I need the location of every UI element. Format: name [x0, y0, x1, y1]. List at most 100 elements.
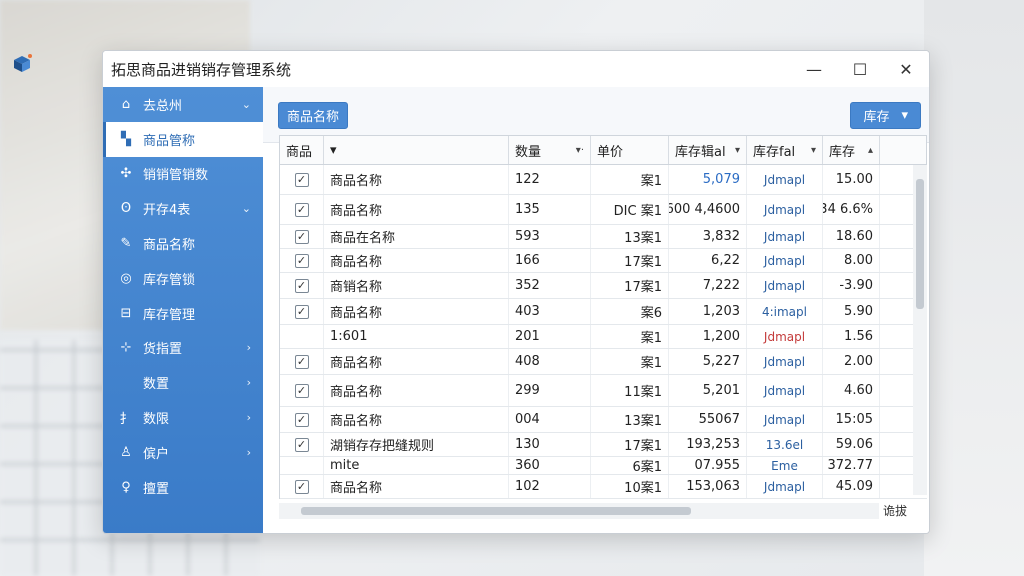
row-checkbox-cell[interactable]: ✓ [280, 165, 324, 194]
vertical-scroll-thumb[interactable] [916, 179, 924, 309]
column-header-5[interactable]: 库存fal ▾ [747, 136, 823, 164]
sidebar-item-8[interactable]: 数置 › [103, 365, 263, 400]
column-header-0[interactable]: 商品 [280, 136, 324, 164]
row-checkbox-cell[interactable] [280, 325, 324, 348]
unit-price-cell: 17案1 [591, 433, 669, 456]
table-row[interactable]: ✓ 商品名称 403 案6 1,203 4:imapl 5.90 [280, 299, 927, 325]
sidebar-item-2[interactable]: ✣ 销销管销数 [103, 157, 263, 192]
stock-dropdown-button[interactable]: 库存 ▾ [850, 102, 921, 129]
row-checkbox[interactable]: ✓ [294, 278, 309, 293]
row-checkbox-cell[interactable]: ✓ [280, 225, 324, 248]
sidebar-item-0[interactable]: ⌂ 去总州 ⌄ [103, 87, 263, 122]
chevron-down-icon: ▾ [901, 108, 908, 123]
table-row[interactable]: mite 360 6案1 07.955 Eme 372.77 [280, 457, 927, 475]
sort-icon[interactable]: ▾· [576, 145, 584, 156]
table-row[interactable]: ✓ 商品名称 004 13案1 55067 Jdmapl 15:05 [280, 407, 927, 433]
stock-value-cell: 55067 [669, 407, 747, 432]
stock-code-cell: Jdmapl [747, 249, 823, 272]
column-header-label: 库存 [829, 144, 856, 160]
sidebar-item-7[interactable]: ⊹ 货指置 › [103, 331, 263, 366]
maximize-button[interactable]: ☐ [837, 51, 883, 87]
table-row[interactable]: ✓ 商品名称 299 11案1 5,201 Jdmapl 4.60 [280, 375, 927, 407]
stock-value-cell: 6,4600 4,4600 [669, 195, 747, 224]
row-checkbox[interactable]: ✓ [294, 479, 309, 494]
unit-price-cell: 案1 [591, 349, 669, 374]
sidebar-item-11[interactable]: ♀ 擅置 [103, 470, 263, 505]
table-row[interactable]: ✓ 商品名称135DIC 案16,4600 4,4600Jdmapl4.34 6.… [280, 195, 927, 225]
chevron-icon: ⌄ [241, 202, 251, 216]
column-header-2[interactable]: 数量 ▾· [509, 136, 591, 164]
row-checkbox[interactable]: ✓ [294, 354, 309, 369]
stock-code-cell: 13.6el [747, 433, 823, 456]
nav-icon: ▚ [121, 131, 131, 147]
column-header-6[interactable]: 库存 ▴ [823, 136, 880, 164]
stock-value-cell: 7,222 [669, 273, 747, 298]
sidebar-item-label: 货指置 [143, 342, 183, 358]
row-checkbox-cell[interactable] [280, 457, 324, 474]
unit-price-cell: 10案1 [591, 475, 669, 498]
row-checkbox-cell[interactable]: ✓ [280, 249, 324, 272]
sidebar-item-5[interactable]: ◎ 库存管锁 [103, 261, 263, 296]
column-header-1[interactable]: ▾ [324, 136, 509, 164]
row-checkbox[interactable]: ✓ [294, 383, 309, 398]
table-row[interactable]: 1:601 201 案1 1,200 Jdmapl 1.56 [280, 325, 927, 349]
nav-icon: ◎ [120, 270, 132, 286]
sidebar-item-6[interactable]: ⊟ 库存管理 [103, 296, 263, 331]
row-checkbox[interactable]: ✓ [294, 172, 309, 187]
nav-icon: ⊟ [120, 305, 132, 321]
row-checkbox[interactable]: ✓ [294, 229, 309, 244]
row-checkbox-cell[interactable]: ✓ [280, 273, 324, 298]
row-checkbox[interactable]: ✓ [294, 253, 309, 268]
row-checkbox-cell[interactable]: ✓ [280, 299, 324, 324]
table-row[interactable]: ✓ 商品名称 122 案1 5,079 Jdmapl 15.00 [280, 165, 927, 195]
row-checkbox-cell[interactable]: ✓ [280, 475, 324, 498]
sidebar-item-9[interactable]: 扌数限 › [103, 400, 263, 435]
minimize-button[interactable]: — [791, 51, 837, 87]
stock-price-cell: 4.34 6.6% [823, 195, 880, 224]
column-header-3[interactable]: 单价 [591, 136, 669, 164]
sort-icon[interactable]: ▴ [868, 145, 873, 156]
sidebar-item-1[interactable]: ▚ 商品管称 [103, 121, 263, 157]
stock-code-cell: Jdmapl [747, 407, 823, 432]
table-row[interactable]: ✓ 商品名称 102 10案1 153,063 Jdmapl 45.09 [280, 475, 927, 499]
stock-value-cell: 3,832 [669, 225, 747, 248]
unit-price-cell: 17案1 [591, 273, 669, 298]
sort-icon[interactable]: ▾ [811, 145, 816, 156]
horizontal-scroll-thumb[interactable] [301, 507, 691, 515]
row-checkbox[interactable]: ✓ [294, 412, 309, 427]
sidebar-item-4[interactable]: ✎ 商品名称 [103, 226, 263, 261]
quantity-cell: 201 [509, 325, 591, 348]
column-header-4[interactable]: 库存辑al ▾ [669, 136, 747, 164]
product-name-button[interactable]: 商品名称 [278, 102, 349, 129]
unit-price-cell: 案6 [591, 299, 669, 324]
sidebar-item-10[interactable]: ♙ 傧户 › [103, 435, 263, 470]
nav-icon: ♀ [121, 479, 131, 495]
sort-icon[interactable]: ▾ [735, 145, 740, 156]
nav-icon: 扌 [119, 412, 133, 428]
unit-price-cell: 13案1 [591, 407, 669, 432]
row-checkbox-cell[interactable]: ✓ [280, 349, 324, 374]
stock-price-cell: 59.06 [823, 433, 880, 456]
row-checkbox-cell[interactable]: ✓ [280, 407, 324, 432]
sidebar: ⌂ 去总州 ⌄ ▚ 商品管称 ✣ 销销管销数 ʘ 开存4表 ⌄ ✎ 商品名称 ◎ 库存管锁 ⊟ 库存管理 ⊹ 货指… [103, 87, 263, 533]
desktop-app-logo-icon[interactable] [10, 52, 34, 76]
table-row[interactable]: ✓ 商品名称 166 17案1 6,22 Jdmapl 8.00 [280, 249, 927, 273]
table-row[interactable]: ✓ 湖销存存把缝规则 130 17案1 193,253 13.6el 59.06 [280, 433, 927, 457]
table-row[interactable]: ✓ 商品名称 408 案1 5,227 Jdmapl 2.00 [280, 349, 927, 375]
stock-value-cell: 193,253 [669, 433, 747, 456]
close-button[interactable]: ✕ [883, 51, 929, 87]
stock-value-cell: 153,063 [669, 475, 747, 498]
row-checkbox-cell[interactable]: ✓ [280, 433, 324, 456]
sidebar-item-3[interactable]: ʘ 开存4表 ⌄ [103, 191, 263, 226]
table-row[interactable]: ✓ 商销名称 352 17案1 7,222 Jdmapl -3.90 [280, 273, 927, 299]
quantity-cell: 102 [509, 475, 591, 498]
product-name-cell: 商品名称 [324, 195, 509, 224]
row-checkbox[interactable]: ✓ [294, 202, 309, 217]
horizontal-scrollbar[interactable] [279, 503, 879, 519]
row-checkbox-cell[interactable]: ✓ [280, 195, 324, 224]
vertical-scrollbar[interactable] [913, 165, 927, 495]
table-row[interactable]: ✓ 商品在名称 593 13案1 3,832 Jdmapl 18.60 [280, 225, 927, 249]
row-checkbox-cell[interactable]: ✓ [280, 375, 324, 406]
row-checkbox[interactable]: ✓ [294, 304, 309, 319]
row-checkbox[interactable]: ✓ [294, 437, 309, 452]
